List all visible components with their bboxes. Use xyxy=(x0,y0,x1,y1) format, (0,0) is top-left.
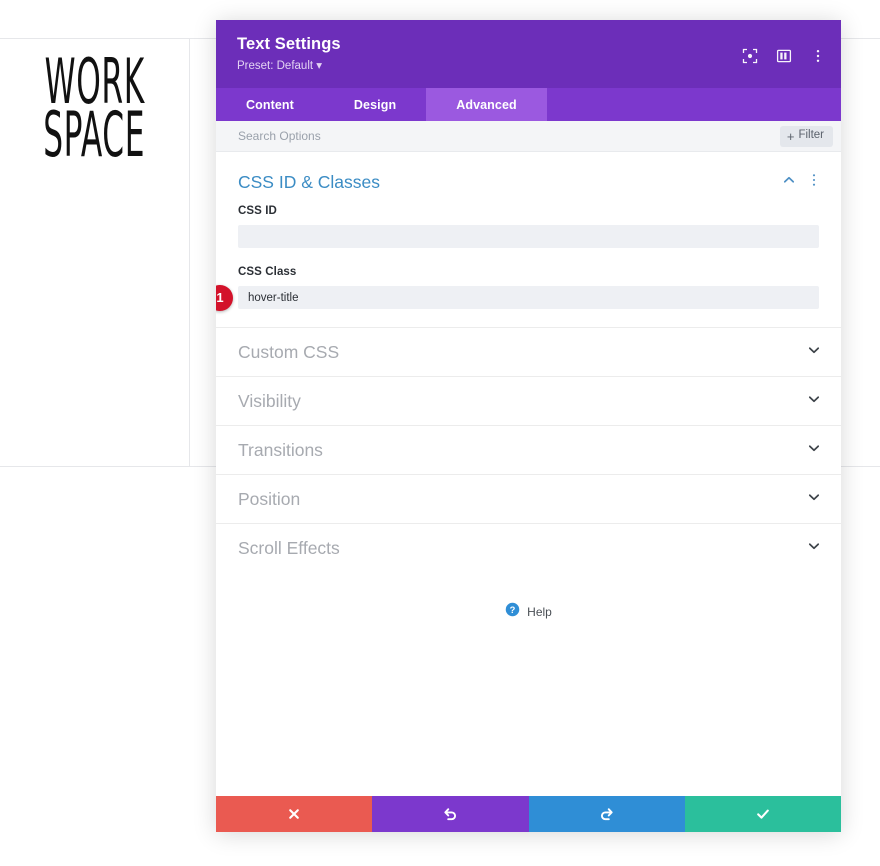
section-label: Custom CSS xyxy=(238,341,340,362)
chevron-down-icon[interactable] xyxy=(807,441,821,460)
section-title: CSS ID & Classes xyxy=(238,172,380,192)
plus-icon: + xyxy=(786,128,795,144)
field-group: CSS ID CSS Class 1 xyxy=(216,205,841,311)
modal-header: Text Settings Preset: Default ▾ xyxy=(216,20,841,88)
step-badge-1: 1 xyxy=(216,284,233,311)
help-link[interactable]: ? Help xyxy=(216,572,841,622)
tab-content[interactable]: Content xyxy=(216,88,324,121)
search-bar: + Filter xyxy=(216,121,841,152)
fullscreen-icon[interactable] xyxy=(741,47,759,65)
chevron-down-icon[interactable] xyxy=(807,392,821,411)
chevron-down-icon[interactable] xyxy=(807,490,821,509)
section-position[interactable]: Position xyxy=(216,474,841,523)
section-transitions[interactable]: Transitions xyxy=(216,425,841,474)
section-scroll-effects[interactable]: Scroll Effects xyxy=(216,523,841,572)
field-css-class: CSS Class 1 xyxy=(216,266,819,311)
redo-button[interactable] xyxy=(528,796,685,832)
undo-icon xyxy=(442,806,458,822)
search-input[interactable] xyxy=(238,121,780,151)
css-class-input[interactable] xyxy=(238,286,819,309)
modal-footer xyxy=(216,796,841,832)
help-label: Help xyxy=(527,605,552,619)
css-class-label: CSS Class xyxy=(238,266,297,278)
text-settings-modal: Text Settings Preset: Default ▾ Content … xyxy=(216,20,841,832)
help-icon: ? xyxy=(505,602,520,622)
cancel-button[interactable] xyxy=(216,796,373,832)
tab-bar: Content Design Advanced xyxy=(216,88,841,121)
tab-design[interactable]: Design xyxy=(324,88,426,121)
chevron-up-icon[interactable] xyxy=(782,173,796,192)
section-header[interactable]: CSS ID & Classes xyxy=(216,152,841,205)
css-class-row: 1 xyxy=(216,284,819,311)
filter-button-label: Filter xyxy=(798,129,824,142)
close-icon xyxy=(287,807,301,821)
svg-text:?: ? xyxy=(510,605,516,615)
preset-dropdown[interactable]: Preset: Default ▾ xyxy=(237,58,821,72)
logo-line-2: SPACE xyxy=(43,99,146,172)
layout-panel-icon[interactable] xyxy=(775,47,793,65)
undo-button[interactable] xyxy=(372,796,529,832)
left-column-divider xyxy=(189,38,190,466)
header-icon-group xyxy=(741,47,827,65)
page-title: Text Settings xyxy=(237,35,341,53)
check-icon xyxy=(755,806,771,822)
section-controls xyxy=(782,173,827,192)
section-css-id-classes: CSS ID & Classes CSS ID CSS Class 1 hove… xyxy=(216,152,841,327)
kebab-menu-icon[interactable] xyxy=(809,47,827,65)
chevron-down-icon[interactable] xyxy=(807,539,821,558)
section-label: Transitions xyxy=(238,439,323,460)
field-css-id: CSS ID xyxy=(238,205,819,248)
css-id-input[interactable] xyxy=(238,225,819,248)
section-label: Scroll Effects xyxy=(238,537,340,558)
save-button[interactable] xyxy=(684,796,841,832)
tab-advanced[interactable]: Advanced xyxy=(426,88,547,121)
filter-button[interactable]: + Filter xyxy=(779,125,833,147)
section-kebab-menu-icon[interactable] xyxy=(807,173,821,192)
section-label: Visibility xyxy=(238,390,301,411)
section-visibility[interactable]: Visibility xyxy=(216,376,841,425)
workspace-logo: WORK SPACE xyxy=(0,39,189,179)
modal-body[interactable]: CSS ID & Classes CSS ID CSS Class 1 hove… xyxy=(216,152,841,796)
field-spacer xyxy=(238,248,819,266)
chevron-down-icon[interactable] xyxy=(807,343,821,362)
css-id-label: CSS ID xyxy=(238,205,277,217)
section-custom-css[interactable]: Custom CSS xyxy=(216,327,841,376)
redo-icon xyxy=(599,806,615,822)
section-label: Position xyxy=(238,488,301,509)
